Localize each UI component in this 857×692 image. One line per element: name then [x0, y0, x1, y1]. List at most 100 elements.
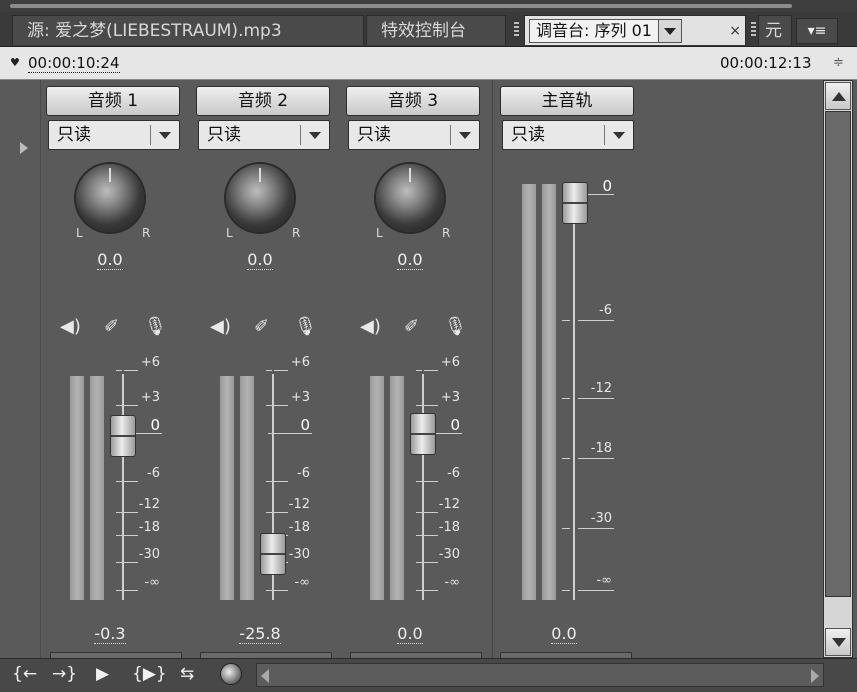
pan-left-label: L	[376, 226, 383, 240]
automation-mode-label: 只读	[207, 125, 241, 145]
track-name-button[interactable]: 音频 1	[46, 86, 180, 116]
microphone-icon[interactable]: 🎙	[294, 316, 317, 337]
arrow-up-icon	[832, 92, 846, 101]
master-track-name[interactable]: 主音轨	[500, 86, 634, 116]
speaker-icon[interactable]: ◀)	[360, 316, 381, 337]
microphone-icon[interactable]: 🎙	[444, 316, 467, 337]
db-scale-label: +6	[440, 355, 460, 370]
level-meter-left	[220, 376, 234, 600]
db-scale-label: +6	[290, 355, 310, 370]
loop-icon[interactable]: ⇆	[180, 664, 194, 684]
go-to-in-point-icon[interactable]: {←	[12, 664, 37, 684]
volume-fader[interactable]	[260, 532, 286, 575]
level-meter-left	[70, 376, 84, 600]
record-icon[interactable]	[220, 663, 242, 685]
mixer-sequence-select[interactable]: 调音台: 序列 01	[529, 19, 659, 43]
tab-grip-icon[interactable]	[514, 22, 519, 38]
db-scale-label: +3	[290, 390, 310, 405]
db-scale-label: -6	[147, 466, 160, 481]
volume-fader[interactable]	[110, 415, 136, 458]
track-strip: 音频 2 只读 L R 0.0 ◀) ✐ 🎙 +6 +3 0 -6 -12 -18 -30 -∞ -25.8	[190, 80, 340, 659]
tab-audio-mixer[interactable]: 调音台: 序列 01 ×	[524, 15, 746, 45]
automation-mode-label: 只读	[57, 125, 91, 145]
volume-fader[interactable]	[410, 413, 436, 455]
tab-grip-icon[interactable]	[751, 22, 756, 38]
db-scale-label: -6	[297, 466, 310, 481]
track-name-button[interactable]: 音频 2	[196, 86, 330, 116]
volume-value[interactable]: -0.3	[40, 624, 180, 644]
db-scale-label: -12	[288, 497, 310, 512]
master-volume-value[interactable]: 0.0	[494, 624, 634, 644]
level-meter-left	[370, 376, 384, 600]
panel-tab-bar: 源: 爱之梦(LIEBESTRAUM).mp3 特效控制台 调音台: 序列 01…	[0, 12, 857, 47]
master-mode-label: 只读	[511, 125, 545, 145]
arrow-left-icon[interactable]	[261, 669, 269, 683]
automation-mode-label: 只读	[357, 125, 391, 145]
pan-knob[interactable]	[226, 164, 294, 232]
tab-effect-controls[interactable]: 特效控制台	[366, 15, 506, 45]
chevron-down-icon[interactable]	[657, 19, 682, 43]
speaker-icon[interactable]: ◀)	[60, 316, 81, 337]
arrow-down-icon	[832, 638, 846, 647]
level-meter-right	[390, 376, 404, 600]
wrap-icon[interactable]: ≑	[833, 55, 844, 70]
db-scale-label: +3	[140, 390, 160, 405]
expand-triangle-icon[interactable]	[20, 142, 28, 154]
volume-value[interactable]: 0.0	[340, 624, 480, 644]
db-scale-label: -12	[438, 497, 460, 512]
current-time-display[interactable]: 00:00:10:24	[28, 54, 120, 73]
playhead-marker-icon: ♥	[10, 56, 20, 69]
scroll-thumb[interactable]	[825, 111, 851, 597]
automation-mode-select[interactable]: 只读	[348, 120, 480, 150]
chevron-down-icon	[159, 132, 171, 139]
scroll-down-button[interactable]	[825, 628, 851, 656]
go-to-out-point-icon[interactable]: →}	[52, 664, 77, 684]
fader-rail	[122, 374, 124, 600]
headphone-icon[interactable]: ✐	[404, 316, 419, 337]
pan-knob[interactable]	[76, 164, 144, 232]
pan-knob[interactable]	[376, 164, 444, 232]
master-automation-mode[interactable]: 只读	[502, 120, 634, 150]
master-meter-right	[542, 184, 556, 600]
fader-rail	[422, 374, 424, 600]
pan-value[interactable]: 0.0	[190, 250, 330, 270]
top-scroll-strip	[0, 0, 857, 12]
vertical-scrollbar[interactable]	[823, 80, 853, 658]
automation-mode-select[interactable]: 只读	[48, 120, 180, 150]
speaker-icon[interactable]: ◀)	[210, 316, 231, 337]
master-db-scale-label: -∞	[596, 573, 612, 588]
arrow-right-icon[interactable]	[811, 669, 819, 683]
track-name-button[interactable]: 音频 3	[346, 86, 480, 116]
db-scale-label: -∞	[144, 575, 160, 590]
db-scale-label: -30	[138, 547, 160, 562]
db-scale-label: -12	[138, 497, 160, 512]
tab-source[interactable]: 源: 爱之梦(LIEBESTRAUM).mp3	[12, 15, 364, 45]
microphone-icon[interactable]: 🎙	[144, 316, 167, 337]
master-db-scale-label: -30	[590, 511, 612, 526]
close-icon[interactable]: ×	[729, 16, 741, 45]
play-icon[interactable]: ▶	[96, 664, 109, 684]
pan-value[interactable]: 0.0	[340, 250, 480, 270]
pan-value[interactable]: 0.0	[40, 250, 180, 270]
panel-menu-icon[interactable]: ▾≡	[796, 18, 838, 44]
pan-left-label: L	[76, 226, 83, 240]
master-volume-fader[interactable]	[562, 182, 588, 224]
db-scale-label: -6	[447, 466, 460, 481]
level-meter-right	[240, 376, 254, 600]
volume-value[interactable]: -25.8	[190, 624, 330, 644]
automation-mode-select[interactable]: 只读	[198, 120, 330, 150]
headphone-icon[interactable]: ✐	[104, 316, 119, 337]
db-scale-label: -30	[438, 547, 460, 562]
db-scale-label: +3	[440, 390, 460, 405]
tab-metadata[interactable]: 元	[758, 15, 792, 45]
db-scale-label: -∞	[294, 575, 310, 590]
play-in-to-out-icon[interactable]: {▶}	[132, 664, 167, 684]
db-scale-label: -∞	[444, 575, 460, 590]
db-scale-label: -18	[138, 520, 160, 535]
master-db-scale-label: -6	[599, 303, 612, 318]
headphone-icon[interactable]: ✐	[254, 316, 269, 337]
pan-left-label: L	[226, 226, 233, 240]
scroll-up-button[interactable]	[825, 82, 851, 110]
level-meter-right	[90, 376, 104, 600]
horizontal-scrollbar[interactable]	[256, 663, 824, 687]
